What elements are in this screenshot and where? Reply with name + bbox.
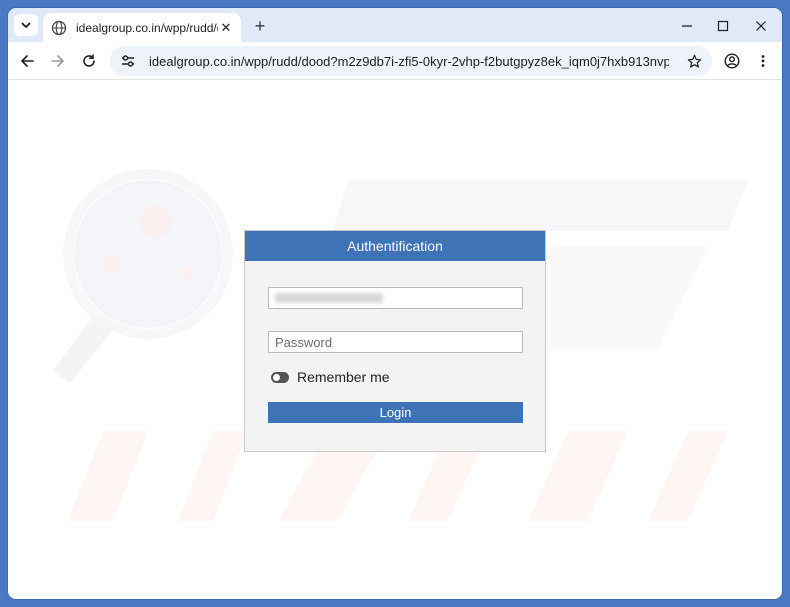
- browser-window: idealgroup.co.in/wpp/rudd/dood ✕ +: [8, 8, 782, 599]
- tab-title: idealgroup.co.in/wpp/rudd/dood: [76, 20, 218, 35]
- tab-close-icon[interactable]: ✕: [219, 20, 233, 36]
- account-icon: [724, 53, 740, 69]
- remember-me-label: Remember me: [297, 369, 390, 385]
- password-input[interactable]: [268, 331, 523, 353]
- kebab-menu-icon: [761, 55, 765, 67]
- minimize-button[interactable]: [677, 16, 697, 36]
- back-button[interactable]: [17, 51, 37, 71]
- tab-search-button[interactable]: [14, 14, 38, 36]
- browser-menu-button[interactable]: [753, 51, 773, 71]
- tune-icon: [122, 55, 134, 67]
- arrow-right-icon: [51, 55, 64, 67]
- maximize-button[interactable]: [713, 16, 733, 36]
- profile-button[interactable]: [722, 51, 742, 71]
- globe-icon: [51, 20, 67, 35]
- close-window-button[interactable]: [751, 16, 771, 36]
- page-content: Authentification Remember me Login: [8, 81, 782, 599]
- login-button[interactable]: Login: [268, 402, 523, 423]
- new-tab-button[interactable]: +: [250, 16, 270, 36]
- arrow-left-icon: [21, 55, 34, 67]
- authentication-panel: Authentification Remember me Login: [244, 230, 546, 452]
- url-text: idealgroup.co.in/wpp/rudd/dood?m2z9db7i-…: [149, 53, 669, 69]
- star-icon: [687, 54, 701, 68]
- redacted-email-overlay: [275, 293, 383, 303]
- bookmark-button[interactable]: [684, 51, 704, 71]
- minimize-icon: [682, 25, 692, 27]
- maximize-icon: [717, 20, 729, 32]
- browser-toolbar: idealgroup.co.in/wpp/rudd/dood?m2z9db7i-…: [8, 42, 782, 80]
- remember-me-toggle[interactable]: Remember me: [271, 369, 390, 385]
- close-icon: [756, 21, 766, 31]
- title-bar: idealgroup.co.in/wpp/rudd/dood ✕ +: [8, 8, 782, 42]
- site-info-button[interactable]: [118, 51, 138, 71]
- reload-icon: [83, 54, 95, 67]
- reload-button[interactable]: [79, 51, 99, 71]
- active-tab[interactable]: idealgroup.co.in/wpp/rudd/dood ✕: [43, 13, 241, 42]
- panel-title: Authentification: [245, 231, 545, 261]
- chevron-down-icon: [21, 22, 31, 28]
- address-bar[interactable]: idealgroup.co.in/wpp/rudd/dood?m2z9db7i-…: [110, 46, 712, 76]
- toggle-switch-icon[interactable]: [271, 371, 289, 383]
- forward-button[interactable]: [48, 51, 68, 71]
